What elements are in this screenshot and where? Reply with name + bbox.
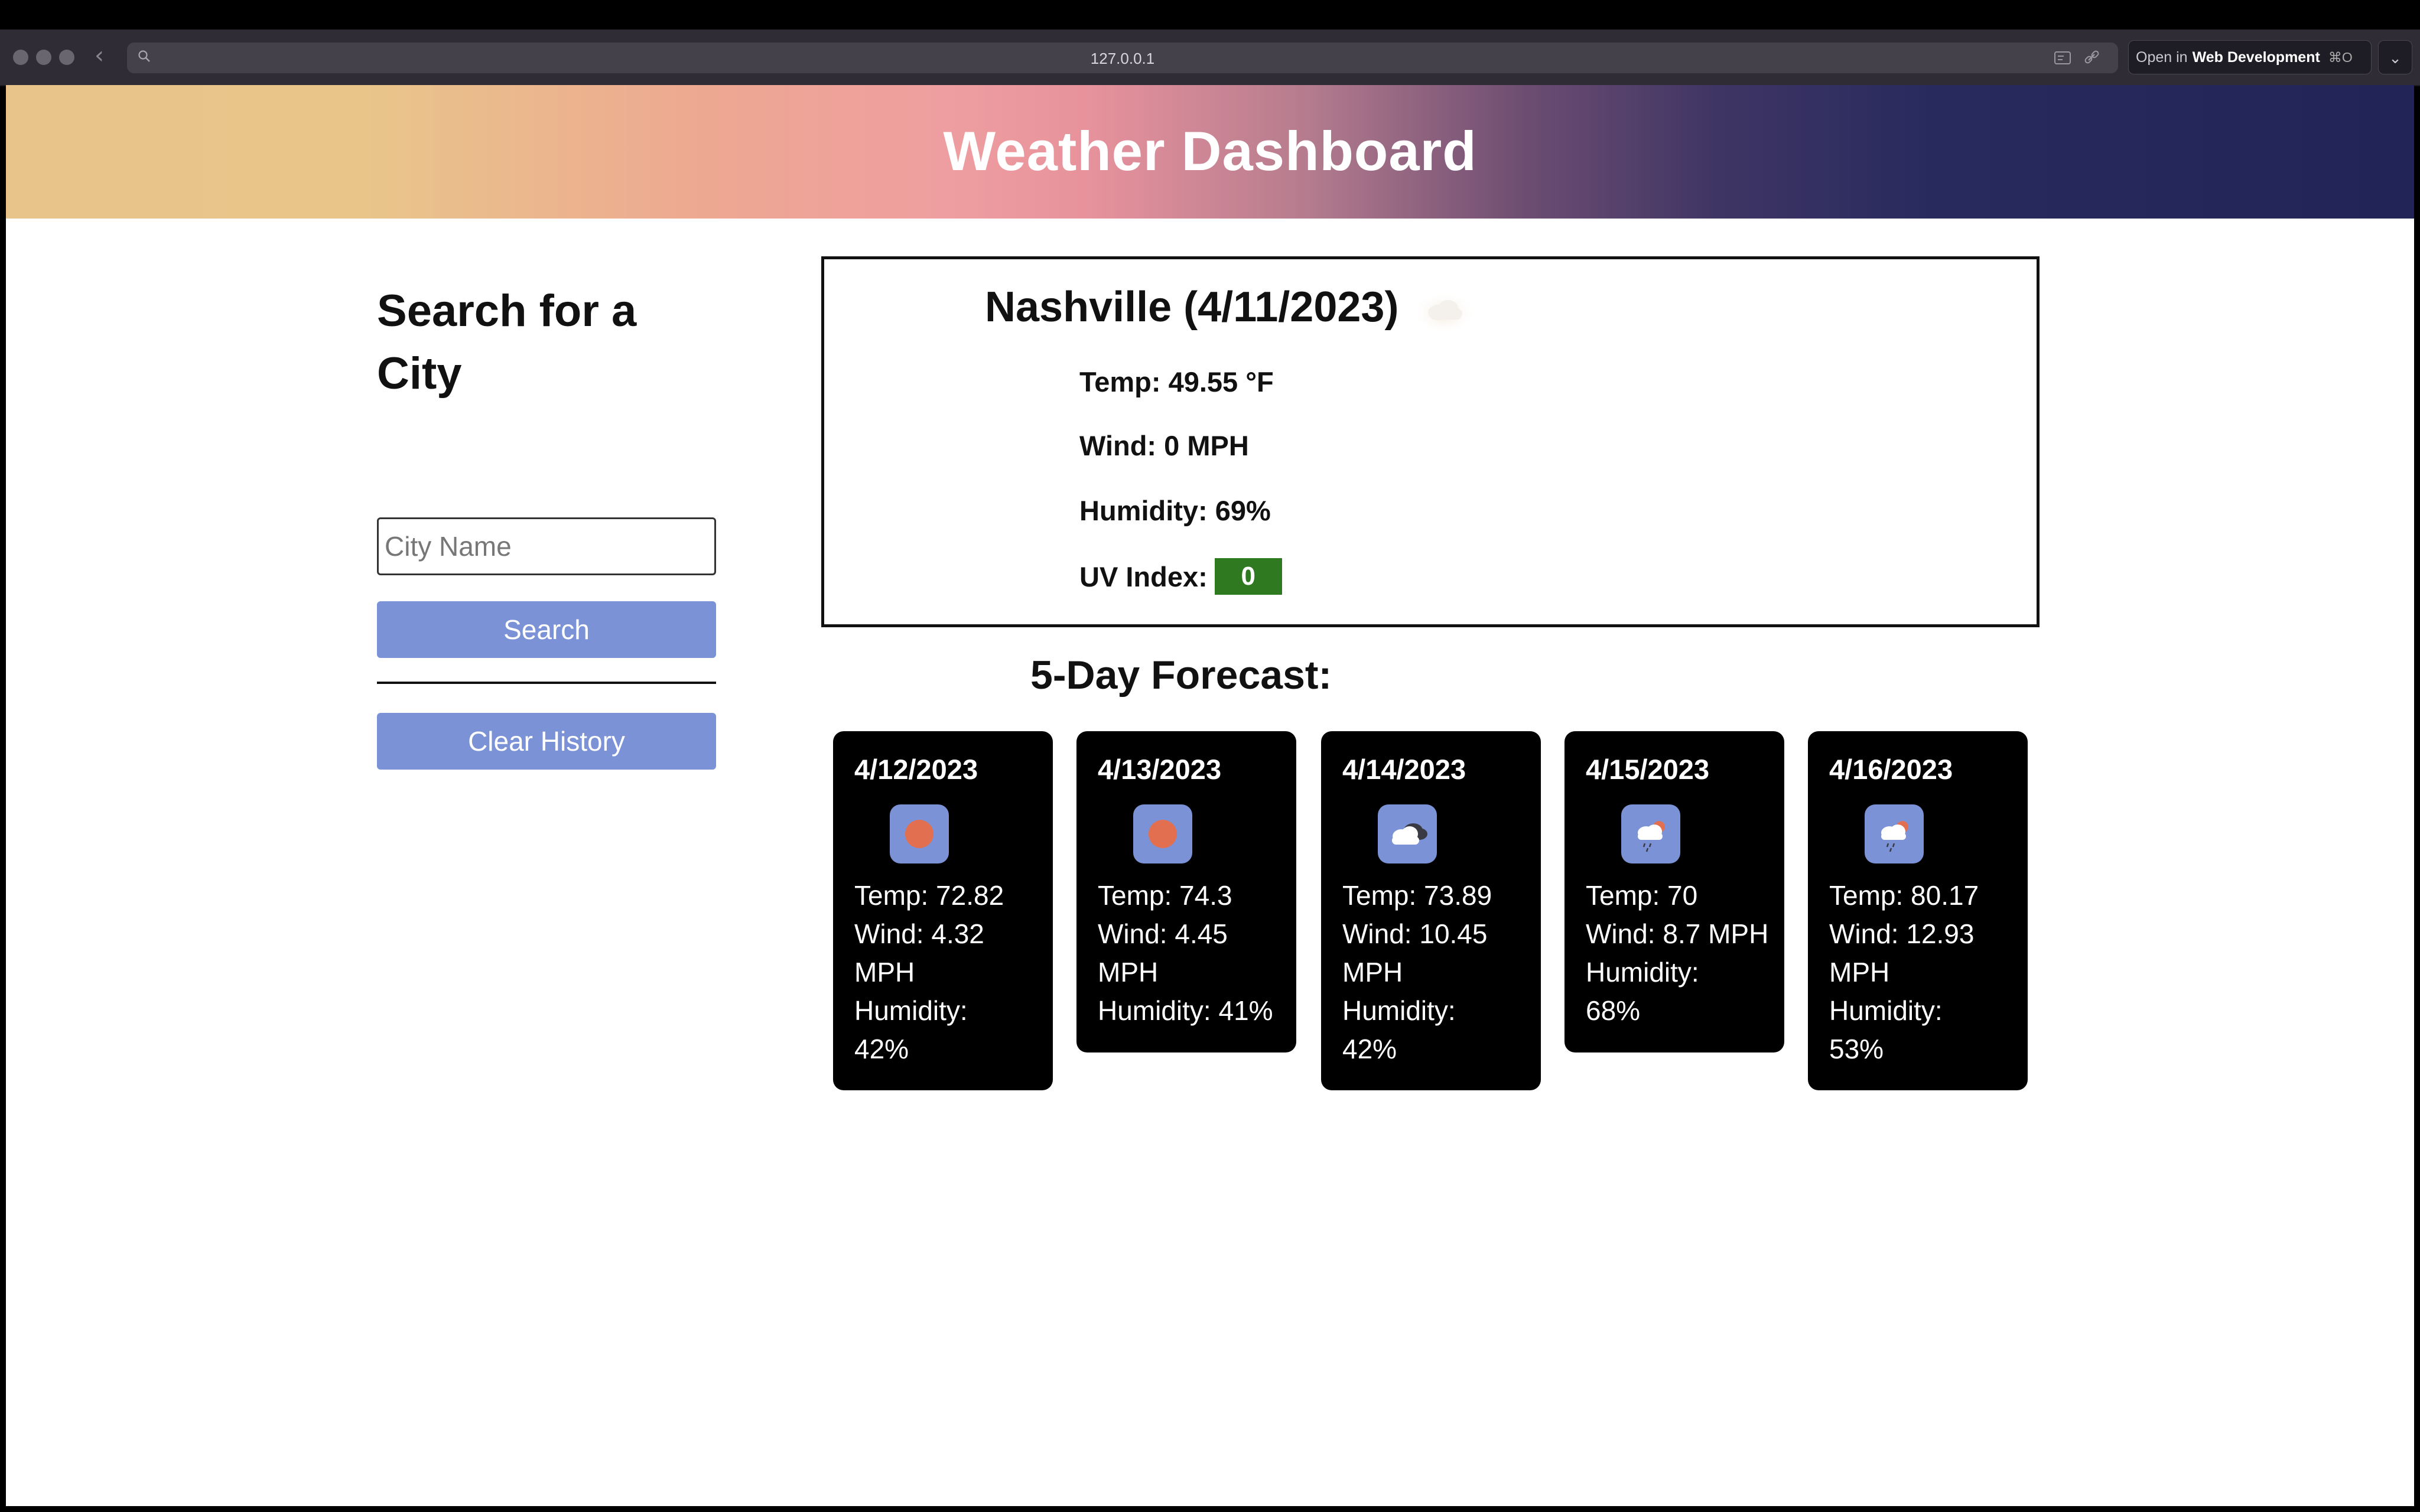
current-humidity: Humidity: 69%: [1079, 495, 1271, 526]
back-arrow-icon[interactable]: ‹: [95, 44, 104, 67]
current-temp: Temp: 49.55 °F: [1079, 366, 1274, 397]
city-name-input[interactable]: [377, 517, 716, 575]
reader-icon[interactable]: [2053, 50, 2074, 66]
forecast-wind: Wind: 4.45: [1098, 918, 1228, 949]
forecast-wind: Wind: 12.93: [1829, 918, 1975, 949]
current-city-title: Nashville (4/11/2023): [985, 284, 1399, 331]
forecast-card: 4/15/2023 Temp: 70 Wind: 8.7 MPH Humidit…: [1564, 731, 1784, 1052]
forecast-temp: Temp: 72.82: [854, 880, 1004, 911]
forecast-card: 4/13/2023 Temp: 74.3 Wind: 4.45 MPH Humi…: [1076, 731, 1296, 1052]
forecast-humidity-label: Humidity:: [1829, 995, 1943, 1026]
cloud-icon: [1416, 291, 1473, 331]
forecast-humidity: Humidity: 41%: [1098, 995, 1273, 1026]
clouds-icon: [1378, 804, 1437, 863]
forecast-humidity-value: 42%: [1342, 1034, 1397, 1064]
screen-top-bar: [0, 0, 2420, 30]
window-controls[interactable]: [13, 50, 74, 65]
rain-cloud-icon: [1621, 804, 1680, 863]
forecast-wind-unit: MPH: [1342, 957, 1403, 988]
forecast-wind-unit: MPH: [1098, 957, 1159, 988]
forecast-temp: Temp: 73.89: [1342, 880, 1492, 911]
clear-history-button[interactable]: Clear History: [377, 713, 716, 770]
forecast-temp: Temp: 74.3: [1098, 880, 1232, 911]
forecast-card: 4/14/2023 Temp: 73.89 Wind: 10.45 MPH Hu…: [1321, 731, 1541, 1090]
forecast-wind: Wind: 4.32: [854, 918, 984, 949]
forecast-card: 4/12/2023 Temp: 72.82 Wind: 4.32 MPH Hum…: [833, 731, 1053, 1090]
search-button[interactable]: Search: [377, 601, 716, 658]
url-text: 127.0.0.1: [1090, 50, 1155, 67]
rain-cloud-icon: [1865, 804, 1924, 863]
zoom-window-button[interactable]: [59, 50, 74, 65]
current-wind: Wind: 0 MPH: [1079, 430, 1249, 461]
forecast-date: 4/14/2023: [1342, 754, 1466, 785]
forecast-date: 4/12/2023: [854, 754, 978, 785]
forecast-humidity-value: 53%: [1829, 1034, 1884, 1064]
close-window-button[interactable]: [13, 50, 28, 65]
forecast-temp: Temp: 80.17: [1829, 880, 1979, 911]
web-page: Weather Dashboard Search for a City Sear…: [6, 85, 2414, 1506]
forecast-wind-unit: MPH: [854, 957, 915, 988]
forecast-humidity-value: 68%: [1586, 995, 1641, 1026]
forecast-date: 4/13/2023: [1098, 754, 1222, 785]
forecast-wind: Wind: 8.7 MPH: [1586, 918, 1769, 949]
current-uv-index: UV Index: 0: [1079, 558, 1282, 595]
forecast-card: 4/16/2023 Temp: 80.17 Wind: 12.93 MPH Hu…: [1808, 731, 2028, 1090]
uv-label: UV Index:: [1079, 561, 1208, 592]
sun-icon: [890, 804, 949, 863]
search-panel: Search for a City Search Clear History: [377, 280, 716, 770]
link-icon[interactable]: [2083, 50, 2104, 66]
open-in-shortcut: ⌘O: [2328, 49, 2353, 65]
forecast-humidity-label: Humidity:: [1342, 995, 1456, 1026]
forecast-date: 4/15/2023: [1586, 754, 1710, 785]
forecast-wind-unit: MPH: [1829, 957, 1890, 988]
current-weather-panel: Nashville (4/11/2023) Temp: 49.55 °F Win…: [821, 256, 2040, 627]
forecast-humidity-label: Humidity:: [1586, 957, 1699, 988]
forecast-heading: 5-Day Forecast:: [1030, 653, 1332, 698]
browser-toolbar: ‹ 127.0.0.1 Open in Web Development ⌘O ⌄: [0, 30, 2420, 86]
sun-icon: [1133, 804, 1192, 863]
page-header: Weather Dashboard: [6, 85, 2414, 219]
minimize-window-button[interactable]: [36, 50, 51, 65]
page-title: Weather Dashboard: [943, 120, 1477, 182]
forecast-date: 4/16/2023: [1829, 754, 1953, 785]
open-in-button[interactable]: Open in Web Development ⌘O: [2128, 40, 2372, 74]
forecast-wind: Wind: 10.45: [1342, 918, 1488, 949]
chevron-down-icon[interactable]: ⌄: [2378, 40, 2412, 74]
forecast-temp: Temp: 70: [1586, 880, 1698, 911]
search-heading: Search for a City: [377, 286, 637, 399]
uv-index-badge: 0: [1214, 558, 1282, 595]
forecast-humidity-label: Humidity:: [854, 995, 968, 1026]
forecast-humidity-value: 42%: [854, 1034, 909, 1064]
divider: [377, 682, 716, 684]
open-in-target: Web Development: [2192, 48, 2320, 66]
open-in-prefix: Open in: [2136, 48, 2188, 66]
address-bar[interactable]: 127.0.0.1: [127, 43, 2118, 73]
